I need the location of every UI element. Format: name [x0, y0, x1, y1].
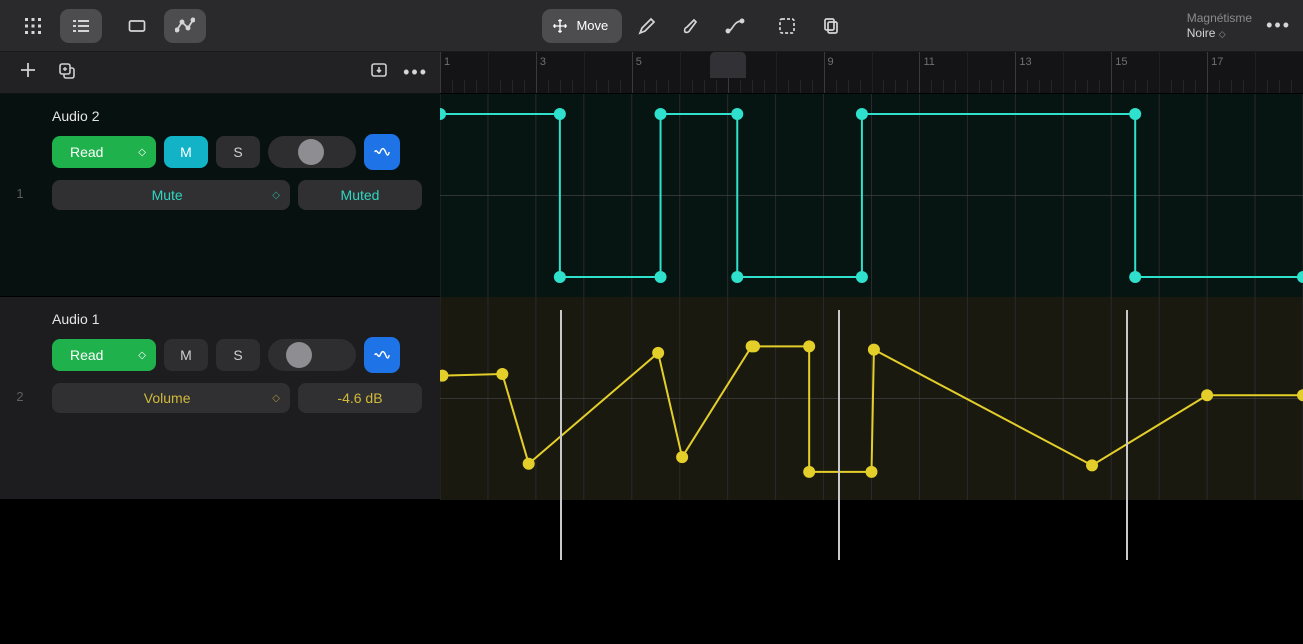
main-toolbar: Move Magnétisme Noire ◇ ••• — [0, 0, 1303, 52]
track-number: 1 — [0, 186, 40, 201]
callout-lines — [440, 500, 1303, 644]
brush-tool-button[interactable] — [672, 9, 710, 43]
add-track-button[interactable] — [18, 60, 38, 85]
ruler-number: 11 — [923, 56, 934, 68]
automation-value[interactable]: -4.6 dB — [298, 383, 422, 413]
callout-line — [1126, 310, 1128, 560]
marquee-tool-button[interactable] — [768, 9, 806, 43]
more-menu-button[interactable]: ••• — [1266, 15, 1291, 36]
show-automation-button[interactable] — [364, 337, 400, 373]
callout-line — [560, 310, 562, 560]
timeline-ruler[interactable]: 135791113151719 — [440, 52, 1303, 94]
duplicate-track-button[interactable] — [56, 60, 76, 85]
track-title: Audio 2 — [52, 108, 422, 124]
ruler-number: 5 — [636, 56, 642, 68]
mute-button[interactable]: M — [164, 339, 208, 371]
snap-setting[interactable]: Magnétisme Noire ◇ — [1187, 11, 1252, 41]
ruler-number: 15 — [1115, 56, 1127, 68]
region-view-button[interactable] — [116, 9, 158, 43]
move-tool-button[interactable]: Move — [542, 9, 622, 43]
track-header-audio2[interactable]: 1 Audio 2 Read◇ M S Mute◇ Muted — [0, 94, 440, 297]
track-title: Audio 1 — [52, 311, 422, 327]
playhead[interactable] — [710, 52, 746, 78]
callout-line — [838, 310, 840, 560]
track-number: 2 — [0, 389, 40, 404]
move-tool-label: Move — [576, 18, 608, 33]
mute-button[interactable]: M — [164, 136, 208, 168]
solo-button[interactable]: S — [216, 136, 260, 168]
track-header-audio1[interactable]: 2 Audio 1 Read◇ M S Volume◇ -4.6 dB — [0, 297, 440, 500]
solo-button[interactable]: S — [216, 339, 260, 371]
snap-label: Magnétisme — [1187, 11, 1252, 26]
view-list-button[interactable] — [60, 9, 102, 43]
ruler-number: 3 — [540, 56, 546, 68]
ruler-number: 1 — [444, 56, 450, 68]
import-button[interactable] — [369, 60, 389, 85]
automation-lane-audio2[interactable] — [440, 94, 1303, 297]
snap-value: Noire — [1187, 26, 1216, 40]
ruler-number: 13 — [1019, 56, 1031, 68]
curve-tool-button[interactable] — [716, 9, 754, 43]
automation-lane-audio1[interactable] — [440, 297, 1303, 500]
ruler-number: 9 — [828, 56, 834, 68]
ruler-number: 17 — [1211, 56, 1223, 68]
view-grid-button[interactable] — [12, 9, 54, 43]
track-headers: 1 Audio 2 Read◇ M S Mute◇ Muted 2 Audio … — [0, 94, 440, 500]
automation-mode-select[interactable]: Read◇ — [52, 339, 156, 371]
automation-value[interactable]: Muted — [298, 180, 422, 210]
copy-tool-button[interactable] — [812, 9, 850, 43]
automation-mode-select[interactable]: Read◇ — [52, 136, 156, 168]
automation-param-select[interactable]: Mute◇ — [52, 180, 290, 210]
track-fader[interactable] — [268, 136, 356, 168]
track-header-more-button[interactable]: ••• — [403, 62, 428, 83]
automation-view-button[interactable] — [164, 9, 206, 43]
track-fader[interactable] — [268, 339, 356, 371]
automation-param-select[interactable]: Volume◇ — [52, 383, 290, 413]
show-automation-button[interactable] — [364, 134, 400, 170]
pencil-tool-button[interactable] — [628, 9, 666, 43]
